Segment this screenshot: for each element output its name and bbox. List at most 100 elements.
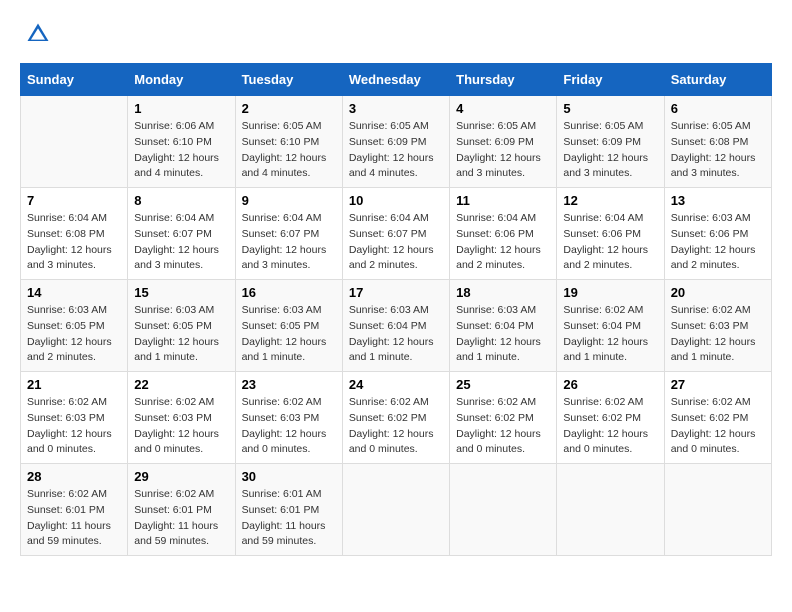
calendar-cell: 8 Sunrise: 6:04 AM Sunset: 6:07 PM Daylig… (128, 188, 235, 280)
day-info: Sunrise: 6:02 AM Sunset: 6:02 PM Dayligh… (563, 395, 657, 458)
day-number: 1 (134, 101, 228, 116)
day-number: 3 (349, 101, 443, 116)
day-info: Sunrise: 6:05 AM Sunset: 6:08 PM Dayligh… (671, 119, 765, 182)
calendar-cell: 6 Sunrise: 6:05 AM Sunset: 6:08 PM Daylig… (664, 96, 771, 188)
day-number: 23 (242, 377, 336, 392)
calendar-day-header: Saturday (664, 64, 771, 96)
calendar-cell: 16 Sunrise: 6:03 AM Sunset: 6:05 PM Dayli… (235, 280, 342, 372)
day-number: 8 (134, 193, 228, 208)
calendar-day-header: Tuesday (235, 64, 342, 96)
calendar-day-header: Monday (128, 64, 235, 96)
day-number: 29 (134, 469, 228, 484)
day-number: 16 (242, 285, 336, 300)
day-info: Sunrise: 6:02 AM Sunset: 6:01 PM Dayligh… (134, 487, 228, 550)
day-number: 30 (242, 469, 336, 484)
day-info: Sunrise: 6:02 AM Sunset: 6:03 PM Dayligh… (134, 395, 228, 458)
day-number: 14 (27, 285, 121, 300)
calendar-day-header: Wednesday (342, 64, 449, 96)
page-header (20, 20, 772, 53)
calendar-cell: 28 Sunrise: 6:02 AM Sunset: 6:01 PM Dayli… (21, 464, 128, 556)
day-number: 13 (671, 193, 765, 208)
day-info: Sunrise: 6:01 AM Sunset: 6:01 PM Dayligh… (242, 487, 336, 550)
day-number: 20 (671, 285, 765, 300)
calendar-week-row: 28 Sunrise: 6:02 AM Sunset: 6:01 PM Dayli… (21, 464, 772, 556)
calendar-cell: 21 Sunrise: 6:02 AM Sunset: 6:03 PM Dayli… (21, 372, 128, 464)
calendar-week-row: 1Sunrise: 6:06 AM Sunset: 6:10 PM Daylig… (21, 96, 772, 188)
day-info: Sunrise: 6:03 AM Sunset: 6:05 PM Dayligh… (27, 303, 121, 366)
logo (20, 20, 54, 53)
calendar-header-row: SundayMondayTuesdayWednesdayThursdayFrid… (21, 64, 772, 96)
calendar-day-header: Sunday (21, 64, 128, 96)
day-info: Sunrise: 6:04 AM Sunset: 6:08 PM Dayligh… (27, 211, 121, 274)
day-number: 28 (27, 469, 121, 484)
calendar-cell: 5Sunrise: 6:05 AM Sunset: 6:09 PM Daylig… (557, 96, 664, 188)
calendar-cell: 1Sunrise: 6:06 AM Sunset: 6:10 PM Daylig… (128, 96, 235, 188)
day-info: Sunrise: 6:05 AM Sunset: 6:09 PM Dayligh… (456, 119, 550, 182)
day-number: 9 (242, 193, 336, 208)
calendar-cell: 30 Sunrise: 6:01 AM Sunset: 6:01 PM Dayli… (235, 464, 342, 556)
calendar-cell: 7 Sunrise: 6:04 AM Sunset: 6:08 PM Daylig… (21, 188, 128, 280)
calendar-cell: 18 Sunrise: 6:03 AM Sunset: 6:04 PM Dayli… (450, 280, 557, 372)
day-info: Sunrise: 6:05 AM Sunset: 6:09 PM Dayligh… (349, 119, 443, 182)
calendar-cell: 13 Sunrise: 6:03 AM Sunset: 6:06 PM Dayli… (664, 188, 771, 280)
calendar-day-header: Friday (557, 64, 664, 96)
calendar-table: SundayMondayTuesdayWednesdayThursdayFrid… (20, 63, 772, 556)
calendar-cell: 26 Sunrise: 6:02 AM Sunset: 6:02 PM Dayli… (557, 372, 664, 464)
day-info: Sunrise: 6:03 AM Sunset: 6:04 PM Dayligh… (456, 303, 550, 366)
day-number: 2 (242, 101, 336, 116)
calendar-cell: 3 Sunrise: 6:05 AM Sunset: 6:09 PM Daylig… (342, 96, 449, 188)
calendar-cell: 14 Sunrise: 6:03 AM Sunset: 6:05 PM Dayli… (21, 280, 128, 372)
day-number: 19 (563, 285, 657, 300)
day-info: Sunrise: 6:02 AM Sunset: 6:02 PM Dayligh… (349, 395, 443, 458)
day-info: Sunrise: 6:02 AM Sunset: 6:03 PM Dayligh… (242, 395, 336, 458)
calendar-cell: 25Sunrise: 6:02 AM Sunset: 6:02 PM Dayli… (450, 372, 557, 464)
day-info: Sunrise: 6:04 AM Sunset: 6:06 PM Dayligh… (563, 211, 657, 274)
calendar-cell (664, 464, 771, 556)
calendar-cell (557, 464, 664, 556)
day-number: 24 (349, 377, 443, 392)
day-number: 7 (27, 193, 121, 208)
logo-icon (24, 20, 52, 48)
calendar-cell: 10 Sunrise: 6:04 AM Sunset: 6:07 PM Dayli… (342, 188, 449, 280)
calendar-cell: 20 Sunrise: 6:02 AM Sunset: 6:03 PM Dayli… (664, 280, 771, 372)
calendar-cell (450, 464, 557, 556)
day-info: Sunrise: 6:02 AM Sunset: 6:03 PM Dayligh… (671, 303, 765, 366)
calendar-cell (21, 96, 128, 188)
calendar-cell: 19 Sunrise: 6:02 AM Sunset: 6:04 PM Dayli… (557, 280, 664, 372)
day-info: Sunrise: 6:04 AM Sunset: 6:06 PM Dayligh… (456, 211, 550, 274)
day-number: 18 (456, 285, 550, 300)
calendar-week-row: 7 Sunrise: 6:04 AM Sunset: 6:08 PM Daylig… (21, 188, 772, 280)
day-info: Sunrise: 6:02 AM Sunset: 6:04 PM Dayligh… (563, 303, 657, 366)
day-info: Sunrise: 6:04 AM Sunset: 6:07 PM Dayligh… (349, 211, 443, 274)
day-info: Sunrise: 6:04 AM Sunset: 6:07 PM Dayligh… (134, 211, 228, 274)
day-info: Sunrise: 6:02 AM Sunset: 6:02 PM Dayligh… (456, 395, 550, 458)
day-number: 6 (671, 101, 765, 116)
day-number: 12 (563, 193, 657, 208)
day-info: Sunrise: 6:02 AM Sunset: 6:03 PM Dayligh… (27, 395, 121, 458)
calendar-cell: 23 Sunrise: 6:02 AM Sunset: 6:03 PM Dayli… (235, 372, 342, 464)
day-info: Sunrise: 6:02 AM Sunset: 6:01 PM Dayligh… (27, 487, 121, 550)
calendar-cell: 9Sunrise: 6:04 AM Sunset: 6:07 PM Daylig… (235, 188, 342, 280)
day-number: 15 (134, 285, 228, 300)
day-info: Sunrise: 6:03 AM Sunset: 6:06 PM Dayligh… (671, 211, 765, 274)
calendar-cell: 17Sunrise: 6:03 AM Sunset: 6:04 PM Dayli… (342, 280, 449, 372)
day-info: Sunrise: 6:05 AM Sunset: 6:10 PM Dayligh… (242, 119, 336, 182)
day-number: 10 (349, 193, 443, 208)
calendar-cell: 29 Sunrise: 6:02 AM Sunset: 6:01 PM Dayli… (128, 464, 235, 556)
calendar-cell: 15 Sunrise: 6:03 AM Sunset: 6:05 PM Dayli… (128, 280, 235, 372)
calendar-week-row: 14 Sunrise: 6:03 AM Sunset: 6:05 PM Dayli… (21, 280, 772, 372)
day-info: Sunrise: 6:03 AM Sunset: 6:05 PM Dayligh… (242, 303, 336, 366)
calendar-cell (342, 464, 449, 556)
calendar-week-row: 21 Sunrise: 6:02 AM Sunset: 6:03 PM Dayli… (21, 372, 772, 464)
day-number: 27 (671, 377, 765, 392)
day-number: 4 (456, 101, 550, 116)
calendar-cell: 2 Sunrise: 6:05 AM Sunset: 6:10 PM Daylig… (235, 96, 342, 188)
day-number: 11 (456, 193, 550, 208)
day-info: Sunrise: 6:03 AM Sunset: 6:05 PM Dayligh… (134, 303, 228, 366)
calendar-cell: 27Sunrise: 6:02 AM Sunset: 6:02 PM Dayli… (664, 372, 771, 464)
calendar-cell: 11 Sunrise: 6:04 AM Sunset: 6:06 PM Dayli… (450, 188, 557, 280)
calendar-cell: 4 Sunrise: 6:05 AM Sunset: 6:09 PM Daylig… (450, 96, 557, 188)
day-number: 26 (563, 377, 657, 392)
calendar-cell: 22Sunrise: 6:02 AM Sunset: 6:03 PM Dayli… (128, 372, 235, 464)
day-number: 21 (27, 377, 121, 392)
